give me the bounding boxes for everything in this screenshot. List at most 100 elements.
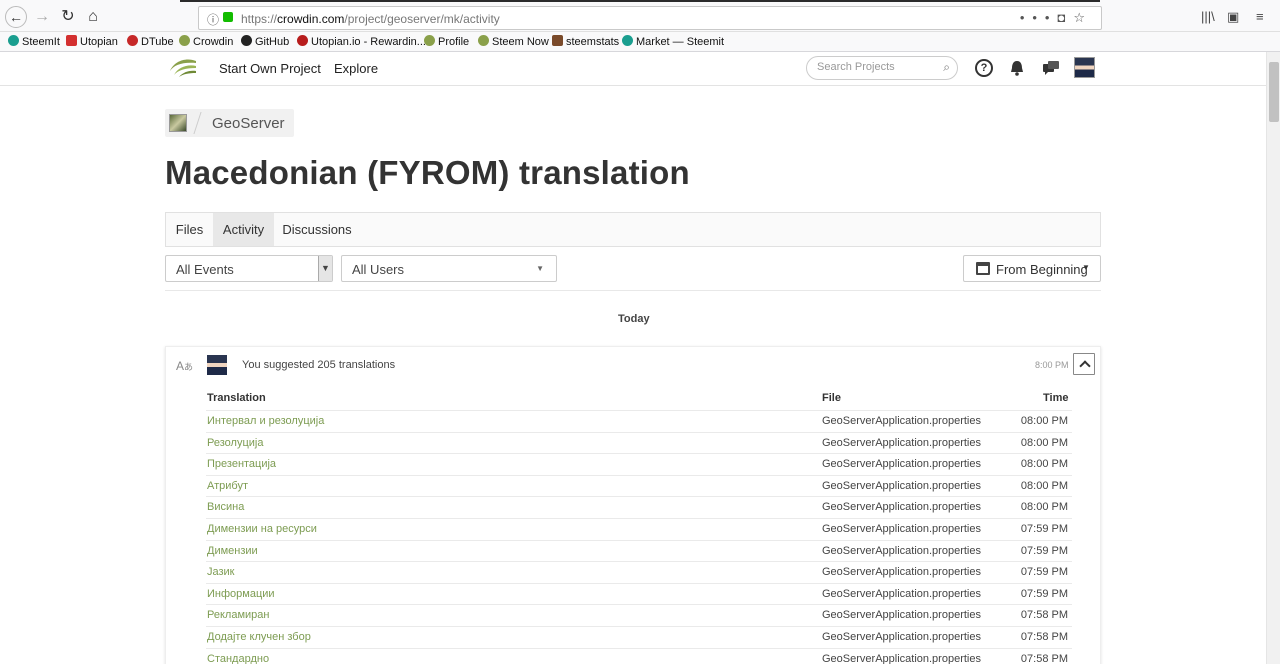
menu-icon[interactable]: ≡ (1256, 9, 1264, 24)
table-row: Резолуција GeoServerApplication.propertie… (206, 431, 1072, 454)
translation-link[interactable]: Димензии на ресурси (207, 523, 317, 535)
star-icon[interactable]: ☆ (1073, 10, 1093, 25)
bookmark-crowdin[interactable]: Crowdin (179, 35, 233, 48)
calendar-icon (976, 262, 990, 275)
bookmark-steem-now[interactable]: Steem Now (478, 35, 549, 48)
table-row: Додајте клучен збор GeoServerApplication.… (206, 625, 1072, 648)
translation-link[interactable]: Висина (207, 501, 244, 513)
file-name: GeoServerApplication.properties (822, 587, 981, 600)
crowdin-icon (179, 35, 190, 46)
bookmark-steemit[interactable]: SteemIt (8, 35, 60, 48)
tab-activity[interactable]: Activity (213, 213, 274, 246)
events-select[interactable]: All Events ▼ (165, 255, 333, 282)
library-icon[interactable]: |||\ (1201, 9, 1215, 24)
bookmark-dtube[interactable]: DTube (127, 35, 174, 48)
row-time: 07:58 PM (1020, 652, 1068, 664)
page-scrollbar[interactable] (1266, 52, 1280, 664)
user-avatar[interactable] (1074, 57, 1095, 78)
translation-link[interactable]: Јазик (207, 566, 235, 578)
translation-link[interactable]: Атрибут (207, 480, 248, 492)
project-breadcrumb[interactable]: GeoServer (165, 109, 294, 137)
row-time: 08:00 PM (1020, 458, 1068, 471)
divider (165, 290, 1101, 291)
translation-link[interactable]: Презентација (207, 458, 276, 470)
table-row: Информации GeoServerApplication.propertie… (206, 582, 1072, 605)
tab-indicator (180, 0, 1100, 2)
date-range-label: From Beginning (996, 262, 1088, 277)
utopian-icon (297, 35, 308, 46)
reload-icon[interactable]: ↻ (57, 6, 79, 28)
users-select[interactable]: All Users ▼ (341, 255, 557, 282)
row-time: 07:59 PM (1020, 522, 1068, 535)
tab-bar: Files Activity Discussions (165, 212, 1101, 247)
back-icon[interactable]: ← (5, 6, 27, 28)
table-row: Стандардно GeoServerApplication.propertie… (206, 647, 1072, 664)
translation-link[interactable]: Додајте клучен збор (207, 631, 311, 643)
messages-icon[interactable] (1042, 59, 1060, 77)
bookmark-utopian[interactable]: Utopian (66, 35, 118, 48)
search-icon[interactable]: ⌕ (943, 60, 950, 75)
file-name: GeoServerApplication.properties (822, 436, 981, 449)
scrollbar-thumb[interactable] (1269, 62, 1279, 122)
bookmarks-bar: SteemIt Utopian DTube Crowdin GitHub Uto… (0, 32, 1280, 52)
page-actions[interactable]: •••◘☆ (1020, 10, 1093, 26)
project-name[interactable]: GeoServer (212, 115, 285, 132)
home-icon[interactable]: ⌂ (82, 6, 104, 28)
search-input[interactable] (817, 61, 937, 73)
help-icon[interactable]: ? (975, 59, 993, 77)
pocket-icon[interactable]: ◘ (1057, 10, 1073, 25)
translation-link[interactable]: Резолуција (207, 437, 263, 449)
nav-start-own-project[interactable]: Start Own Project (219, 61, 321, 76)
file-name: GeoServerApplication.properties (822, 522, 981, 535)
translation-link[interactable]: Димензии (207, 545, 258, 557)
forward-icon[interactable]: → (31, 6, 53, 28)
bookmark-market-steemit[interactable]: Market — Steemit (622, 35, 724, 48)
date-range-button[interactable]: From Beginning ▼ (963, 255, 1101, 282)
file-name: GeoServerApplication.properties (822, 630, 981, 643)
crowdin-logo-icon[interactable] (168, 57, 198, 79)
search-box: ⌕ (806, 56, 958, 80)
row-time: 08:00 PM (1020, 415, 1068, 427)
more-icon[interactable]: ••• (1020, 10, 1058, 25)
bell-icon[interactable] (1008, 59, 1026, 77)
caret-down-icon: ▼ (1082, 263, 1090, 272)
translation-link[interactable]: Информации (207, 588, 275, 600)
translation-link[interactable]: Интервал и резолуција (207, 415, 324, 427)
tab-discussions[interactable]: Discussions (274, 213, 360, 246)
bookmark-steemstats[interactable]: steemstats (552, 35, 619, 48)
project-thumbnail (169, 114, 187, 132)
file-name: GeoServerApplication.properties (822, 652, 981, 664)
site-header: Start Own Project Explore ⌕ ? (0, 52, 1266, 86)
tab-files[interactable]: Files (166, 213, 213, 246)
nav-explore[interactable]: Explore (334, 61, 378, 76)
page-title: Macedonian (FYROM) translation (165, 154, 690, 191)
column-header-time: Time (1043, 392, 1069, 404)
breadcrumb-separator (193, 112, 202, 134)
bookmark-profile[interactable]: Profile (424, 35, 469, 48)
file-name: GeoServerApplication.properties (822, 566, 981, 579)
bookmark-github[interactable]: GitHub (241, 35, 289, 48)
collapse-button[interactable] (1073, 353, 1095, 375)
chevron-down-icon[interactable]: ▼ (318, 256, 332, 281)
column-header-file: File (822, 392, 841, 404)
users-select-value: All Users (352, 262, 405, 277)
row-time: 08:00 PM (1020, 479, 1068, 492)
url-text[interactable]: https://crowdin.com/project/geoserver/mk… (241, 12, 500, 26)
avatar[interactable] (207, 355, 227, 375)
translation-link[interactable]: Стандардно (207, 653, 269, 664)
activity-card: Aあ You suggested 205 translations 8:00 P… (165, 346, 1101, 664)
row-time: 08:00 PM (1020, 501, 1068, 514)
youtube-icon (66, 35, 77, 46)
dtube-icon (127, 35, 138, 46)
table-row: Висина GeoServerApplication.properties 08:… (206, 496, 1072, 518)
info-icon[interactable]: ⓘ (207, 11, 219, 28)
crowdin-icon (424, 35, 435, 46)
lock-icon (223, 12, 233, 22)
translation-link[interactable]: Рекламиран (207, 609, 269, 621)
file-name: GeoServerApplication.properties (822, 501, 981, 514)
github-icon (241, 35, 252, 46)
sidebar-icon[interactable]: ▣ (1227, 9, 1239, 25)
bookmark-utopian-io[interactable]: Utopian.io - Rewardin... (297, 35, 426, 48)
file-name: GeoServerApplication.properties (822, 609, 981, 622)
address-bar[interactable]: ⓘ https://crowdin.com/project/geoserver/… (198, 6, 1102, 30)
